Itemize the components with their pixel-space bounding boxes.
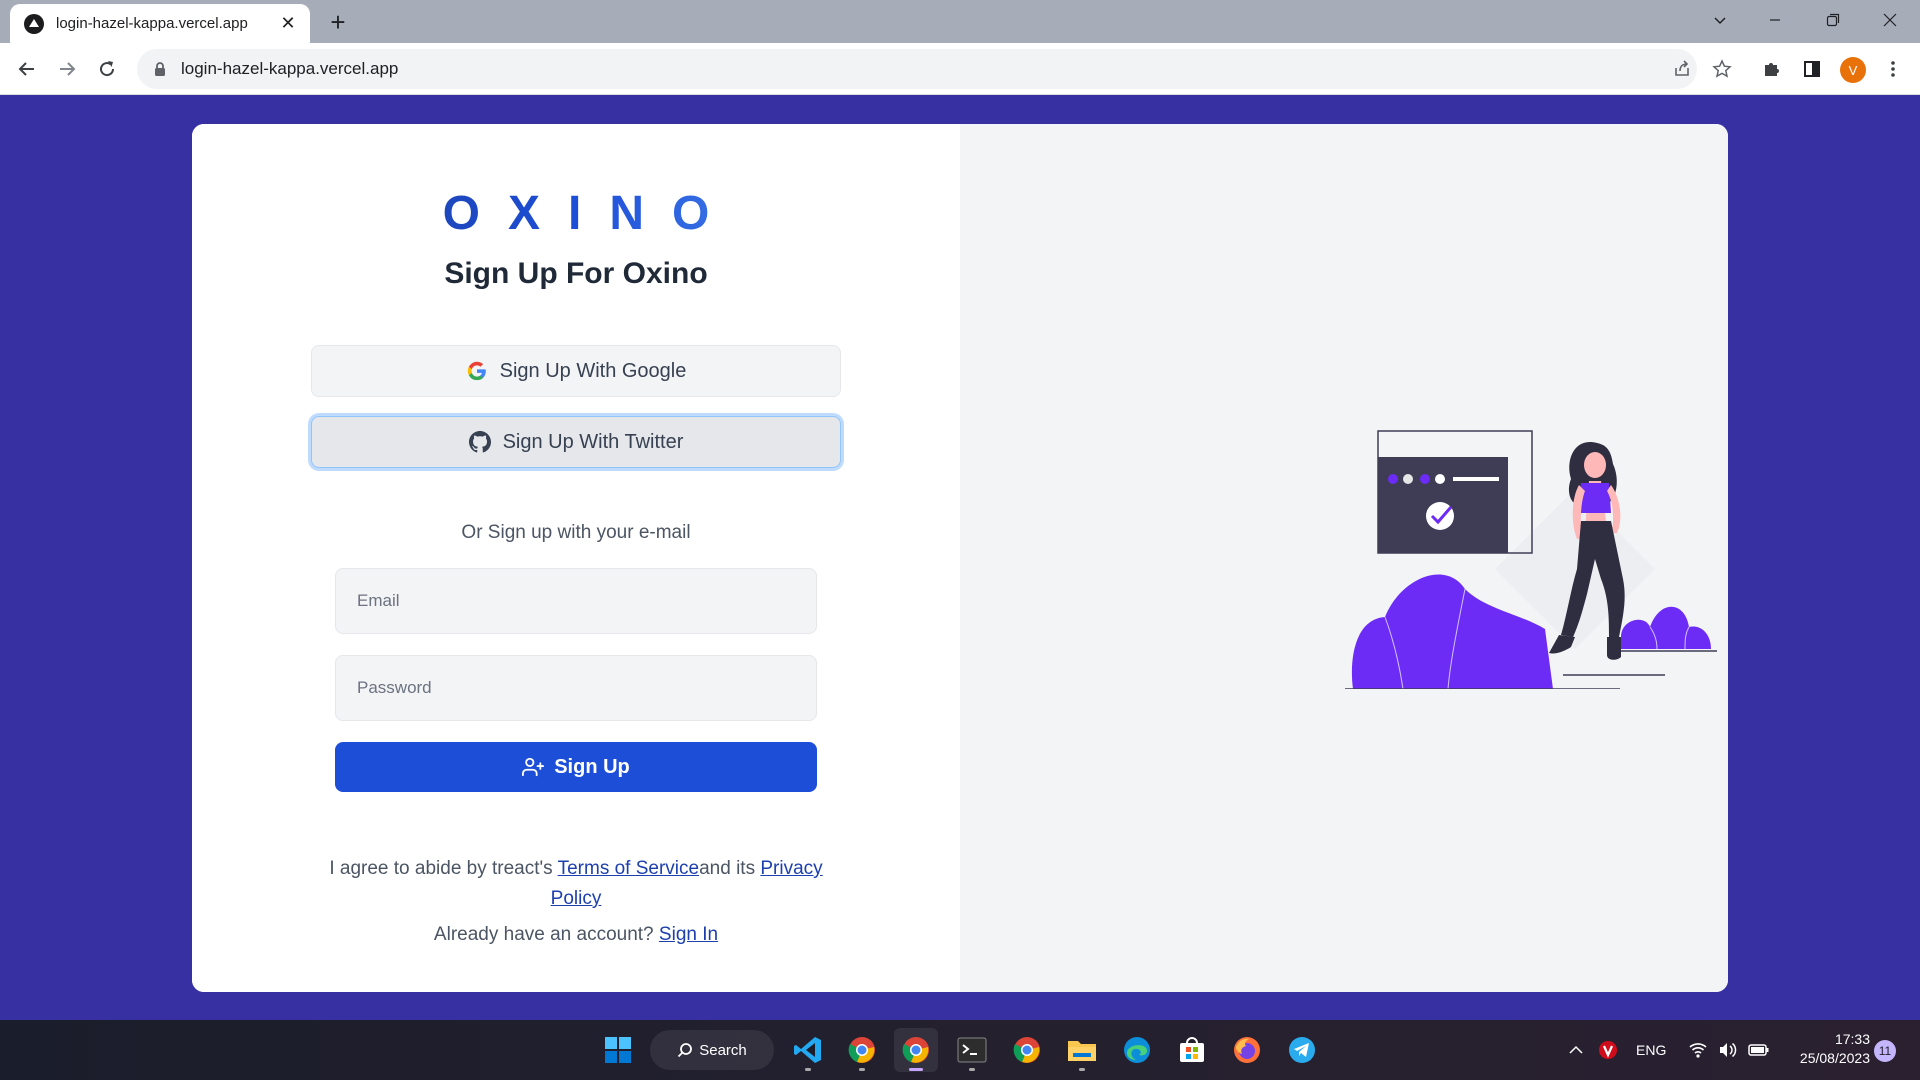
illustration-panel (960, 124, 1728, 992)
microsoft-store-icon[interactable] (1170, 1028, 1214, 1072)
browser-menu-icon[interactable] (1878, 54, 1908, 84)
address-bar[interactable]: login-hazel-kappa.vercel.app (137, 49, 1697, 89)
forward-arrow-icon[interactable] (51, 53, 83, 85)
sign-in-link[interactable]: Sign In (659, 924, 718, 945)
antivirus-tray-icon[interactable] (1598, 1020, 1618, 1080)
bookmark-star-icon[interactable] (1707, 54, 1737, 84)
new-tab-button[interactable]: + (324, 8, 352, 36)
oxino-logo: OXINO (192, 186, 960, 241)
volume-icon[interactable] (1718, 1020, 1738, 1080)
url-text: login-hazel-kappa.vercel.app (181, 59, 399, 78)
windows-taskbar: Search ENG 17:33 25/08/2023 11 (0, 1020, 1920, 1080)
taskbar-search-label: Search (699, 1041, 747, 1059)
battery-icon[interactable] (1748, 1020, 1770, 1080)
profile-avatar[interactable]: V (1840, 57, 1866, 83)
tab-search-chevron-icon[interactable] (1690, 0, 1750, 40)
side-panel-icon[interactable] (1797, 54, 1827, 84)
search-icon (678, 1043, 693, 1058)
woman-with-browser-illustration (1345, 430, 1717, 689)
google-signup-label: Sign Up With Google (499, 359, 687, 382)
browser-toolbar: login-hazel-kappa.vercel.app V (0, 43, 1920, 95)
chrome-icon[interactable] (1005, 1028, 1049, 1072)
firefox-icon[interactable] (1225, 1028, 1269, 1072)
user-plus-icon (522, 756, 545, 778)
taskbar-search[interactable]: Search (650, 1030, 774, 1070)
file-explorer-icon[interactable] (1060, 1028, 1104, 1072)
terms-of-service-link[interactable]: Terms of Service (558, 858, 699, 879)
signup-form-panel: OXINO Sign Up For Oxino Sign Up With Goo… (192, 124, 960, 992)
or-divider-text: Or Sign up with your e-mail (461, 522, 691, 543)
google-signup-button[interactable]: Sign Up With Google (311, 345, 841, 397)
back-arrow-icon[interactable] (11, 53, 43, 85)
vscode-icon[interactable] (786, 1028, 830, 1072)
chrome-active-icon[interactable] (894, 1028, 938, 1072)
terminal-icon[interactable] (950, 1028, 994, 1072)
terms-middle: and its (699, 858, 756, 879)
google-icon (466, 360, 488, 382)
lock-icon (155, 62, 165, 76)
browser-tabstrip: login-hazel-kappa.vercel.app ✕ + (0, 0, 1920, 43)
close-window-icon[interactable] (1860, 0, 1920, 40)
terms-prefix: I agree to abide by treact's (329, 858, 553, 879)
password-field[interactable] (335, 655, 817, 721)
sign-up-button[interactable]: Sign Up (335, 742, 817, 792)
signup-card: OXINO Sign Up For Oxino Sign Up With Goo… (192, 124, 1728, 992)
clock-date: 25/08/2023 (1799, 1050, 1870, 1066)
telegram-icon[interactable] (1280, 1028, 1324, 1072)
wifi-icon[interactable] (1688, 1020, 1708, 1080)
email-field[interactable] (335, 568, 817, 634)
twitter-signup-button[interactable]: Sign Up With Twitter (311, 416, 841, 468)
windows-start-icon[interactable] (596, 1028, 640, 1072)
language-indicator[interactable]: ENG (1636, 1020, 1666, 1080)
chrome-profile-icon[interactable] (840, 1028, 884, 1072)
sign-up-label: Sign Up (554, 755, 630, 778)
taskbar-clock[interactable]: 17:33 25/08/2023 (1780, 1030, 1870, 1068)
page-title: Sign Up For Oxino (444, 257, 708, 290)
minimize-icon[interactable] (1745, 0, 1805, 40)
clock-time: 17:33 (1834, 1031, 1870, 1047)
terms-text: I agree to abide by treact's Terms of Se… (302, 854, 850, 914)
tab-close-icon[interactable]: ✕ (278, 13, 298, 34)
account-prefix: Already have an account? (433, 924, 654, 945)
extensions-puzzle-icon[interactable] (1757, 54, 1787, 84)
github-icon (468, 431, 491, 453)
edge-icon[interactable] (1115, 1028, 1159, 1072)
reload-icon[interactable] (91, 53, 123, 85)
show-hidden-icons-chevron-icon[interactable] (1568, 1020, 1584, 1080)
account-text: Already have an account? Sign In (192, 924, 960, 946)
restore-icon[interactable] (1803, 0, 1863, 40)
vercel-favicon-icon (24, 13, 44, 34)
browser-tab[interactable]: login-hazel-kappa.vercel.app ✕ (10, 4, 310, 43)
notification-badge[interactable]: 11 (1874, 1040, 1896, 1062)
share-icon[interactable] (1667, 54, 1697, 84)
tab-title: login-hazel-kappa.vercel.app (56, 15, 248, 32)
twitter-signup-label: Sign Up With Twitter (502, 430, 684, 453)
